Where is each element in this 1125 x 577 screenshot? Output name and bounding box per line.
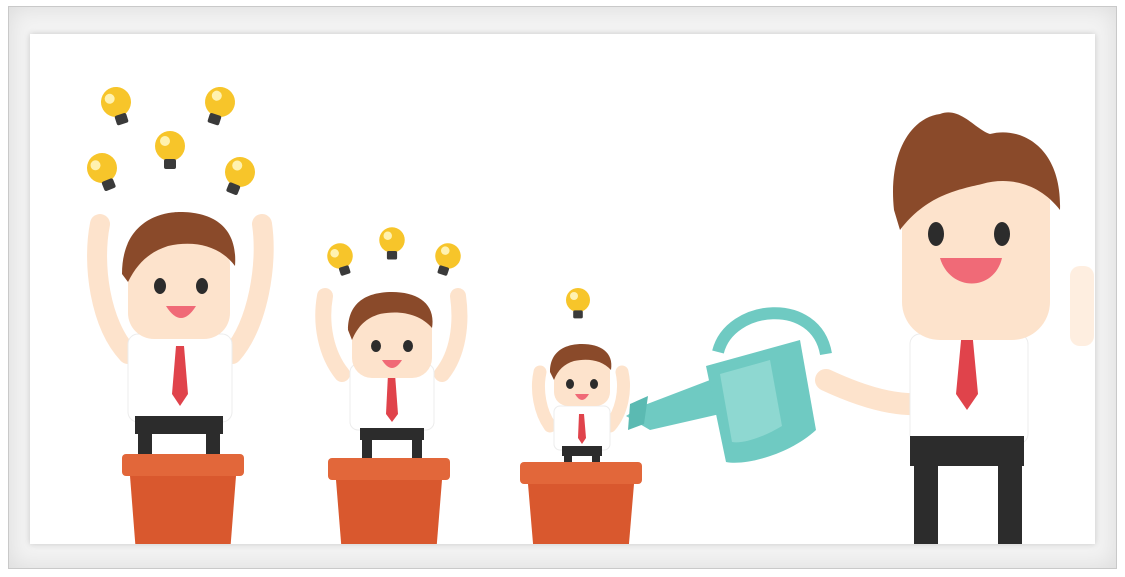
manager-with-watering-can bbox=[815, 112, 1094, 544]
watering-can-icon bbox=[626, 307, 832, 463]
small-employee-in-pot bbox=[520, 288, 642, 544]
lightbulb-icon bbox=[566, 288, 590, 319]
large-employee-in-pot bbox=[82, 83, 274, 544]
medium-employee-in-pot bbox=[315, 227, 468, 544]
lightbulb-icon bbox=[323, 227, 465, 279]
growth-illustration bbox=[82, 83, 1094, 544]
lightbulb-icon bbox=[82, 83, 260, 199]
